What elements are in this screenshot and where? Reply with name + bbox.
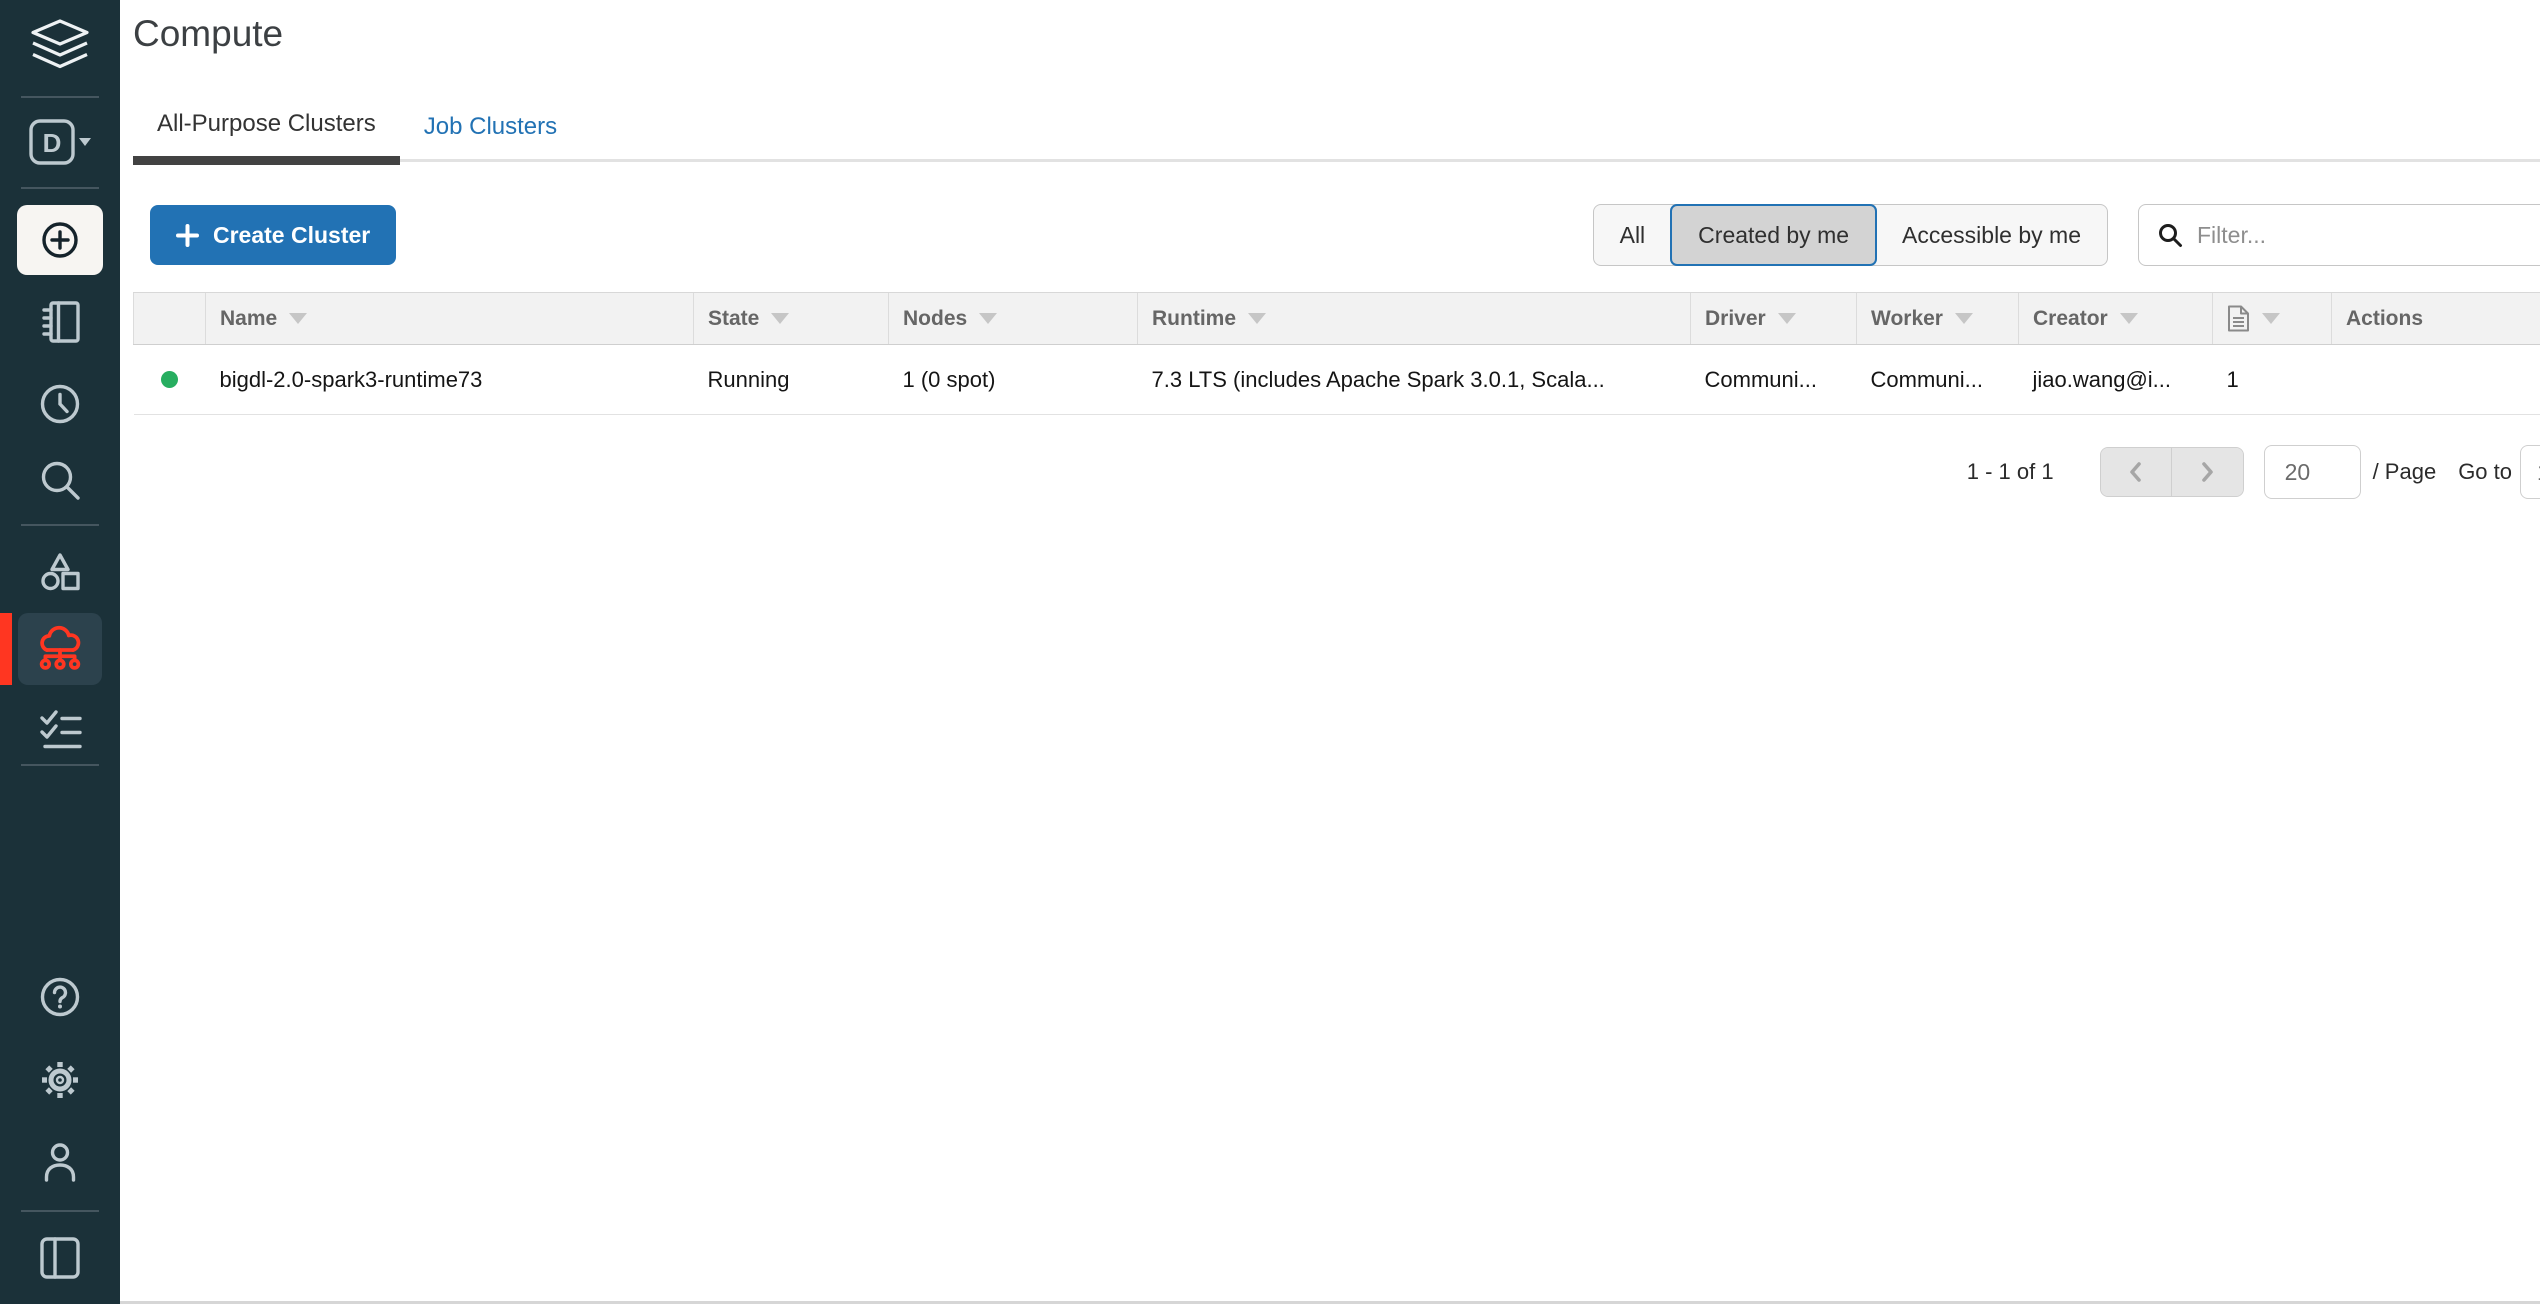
notebook-icon xyxy=(36,298,84,346)
sort-caret-icon[interactable] xyxy=(979,313,997,324)
sidebar-item-compute[interactable] xyxy=(18,613,102,685)
sidebar-logo[interactable] xyxy=(0,12,120,80)
per-page-label: / Page xyxy=(2373,459,2437,485)
create-cluster-label: Create Cluster xyxy=(213,222,370,249)
filter-search-input[interactable] xyxy=(2197,222,2540,249)
cluster-notebooks-count: 1 xyxy=(2213,345,2332,415)
col-actions: Actions xyxy=(2332,293,2540,345)
gear-icon xyxy=(36,1056,84,1104)
next-page-button[interactable] xyxy=(2172,448,2243,496)
search-icon xyxy=(2157,222,2183,248)
sidebar-divider xyxy=(21,764,99,766)
sidebar-divider xyxy=(21,1210,99,1212)
page-size-input[interactable] xyxy=(2264,445,2361,499)
cluster-state: Running xyxy=(694,345,889,415)
running-status-icon xyxy=(161,371,178,388)
sidebar-divider xyxy=(21,187,99,189)
search-icon xyxy=(36,456,84,504)
col-name[interactable]: Name xyxy=(206,293,694,345)
databricks-logo-icon xyxy=(29,12,91,80)
sidebar-item-create[interactable] xyxy=(17,205,103,275)
sidebar-item-recents[interactable] xyxy=(0,380,120,428)
collapse-panel-icon xyxy=(36,1234,84,1282)
cluster-name[interactable]: bigdl-2.0-spark3-runtime73 xyxy=(206,345,694,415)
sidebar-item-jobs[interactable] xyxy=(0,706,120,754)
data-shapes-icon xyxy=(36,548,84,596)
sidebar-item-account[interactable] xyxy=(0,1138,120,1186)
col-status xyxy=(134,293,206,345)
sort-caret-icon[interactable] xyxy=(2262,313,2280,324)
pagination: 1 - 1 of 1 / Page Go to xyxy=(120,445,2540,499)
workspace-d-icon: D xyxy=(26,116,94,168)
previous-page-button[interactable] xyxy=(2101,448,2172,496)
sidebar-item-data[interactable] xyxy=(0,548,120,596)
goto-label: Go to xyxy=(2458,459,2512,485)
notebooks-count-icon xyxy=(2227,305,2250,332)
help-question-icon xyxy=(36,973,84,1021)
page-title: Compute xyxy=(133,10,2540,58)
sidebar-item-collapse[interactable] xyxy=(0,1234,120,1282)
pager-buttons xyxy=(2100,447,2244,497)
tab-job-clusters[interactable]: Job Clusters xyxy=(400,101,581,159)
cluster-driver: Communi... xyxy=(1691,345,1857,415)
cluster-row[interactable]: bigdl-2.0-spark3-runtime73 Running 1 (0 … xyxy=(134,345,2540,415)
filter-accessible-by-me-button[interactable]: Accessible by me xyxy=(1876,205,2107,265)
sidebar-item-search[interactable] xyxy=(0,456,120,504)
pagination-range: 1 - 1 of 1 xyxy=(1967,459,2054,485)
cluster-nodes: 1 (0 spot) xyxy=(889,345,1138,415)
jobs-checklist-icon xyxy=(36,706,84,754)
sidebar-item-settings[interactable] xyxy=(0,1056,120,1104)
sidebar-item-workspace-switcher[interactable]: D xyxy=(0,116,120,168)
chevron-left-icon xyxy=(2127,458,2145,486)
tab-bar: All-Purpose Clusters Job Clusters xyxy=(133,98,2540,162)
create-cluster-button[interactable]: Create Cluster xyxy=(150,205,396,265)
goto-page-input[interactable] xyxy=(2520,445,2540,499)
cluster-creator: jiao.wang@i... xyxy=(2019,345,2213,415)
active-indicator xyxy=(0,613,12,685)
sort-caret-icon[interactable] xyxy=(771,313,789,324)
col-notebooks[interactable] xyxy=(2213,293,2332,345)
sidebar-item-workspace[interactable] xyxy=(0,298,120,346)
compute-cluster-icon xyxy=(37,625,83,673)
toolbar: Create Cluster All Created by me Accessi… xyxy=(120,204,2540,266)
chevron-right-icon xyxy=(2198,458,2216,486)
table-header-row: Name State Nodes Runtime Driver Worker C… xyxy=(134,293,2540,345)
filter-created-by-me-button[interactable]: Created by me xyxy=(1670,204,1877,266)
sidebar-divider xyxy=(21,96,99,98)
sort-caret-icon[interactable] xyxy=(1778,313,1796,324)
sidebar: D xyxy=(0,0,120,1304)
col-worker[interactable]: Worker xyxy=(1857,293,2019,345)
col-runtime[interactable]: Runtime xyxy=(1138,293,1691,345)
cluster-runtime: 7.3 LTS (includes Apache Spark 3.0.1, Sc… xyxy=(1138,345,1691,415)
circle-plus-icon xyxy=(38,218,82,262)
clusters-table: Name State Nodes Runtime Driver Worker C… xyxy=(133,292,2540,415)
person-icon xyxy=(36,1138,84,1186)
main-content: Compute All-Purpose Clusters Job Cluster… xyxy=(120,0,2540,1304)
col-creator[interactable]: Creator xyxy=(2019,293,2213,345)
plus-icon xyxy=(176,224,199,247)
cluster-worker: Communi... xyxy=(1857,345,2019,415)
filter-search-box xyxy=(2138,204,2540,266)
tab-all-purpose-clusters[interactable]: All-Purpose Clusters xyxy=(133,98,400,165)
app-root: D xyxy=(0,0,2540,1304)
status-cell xyxy=(134,345,206,415)
sidebar-item-help[interactable] xyxy=(0,973,120,1021)
sort-caret-icon[interactable] xyxy=(2120,313,2138,324)
sort-caret-icon[interactable] xyxy=(289,313,307,324)
col-driver[interactable]: Driver xyxy=(1691,293,1857,345)
sidebar-divider xyxy=(21,524,99,526)
col-nodes[interactable]: Nodes xyxy=(889,293,1138,345)
filter-segment-group: All Created by me Accessible by me xyxy=(1593,204,2108,266)
cluster-actions xyxy=(2332,345,2540,415)
clock-icon xyxy=(36,380,84,428)
svg-text:D: D xyxy=(43,128,62,158)
clusters-table-wrap: Name State Nodes Runtime Driver Worker C… xyxy=(133,292,2540,415)
col-state[interactable]: State xyxy=(694,293,889,345)
sort-caret-icon[interactable] xyxy=(1955,313,1973,324)
filter-all-button[interactable]: All xyxy=(1594,205,1672,265)
sort-caret-icon[interactable] xyxy=(1248,313,1266,324)
toolbar-right: All Created by me Accessible by me xyxy=(1593,204,2540,266)
